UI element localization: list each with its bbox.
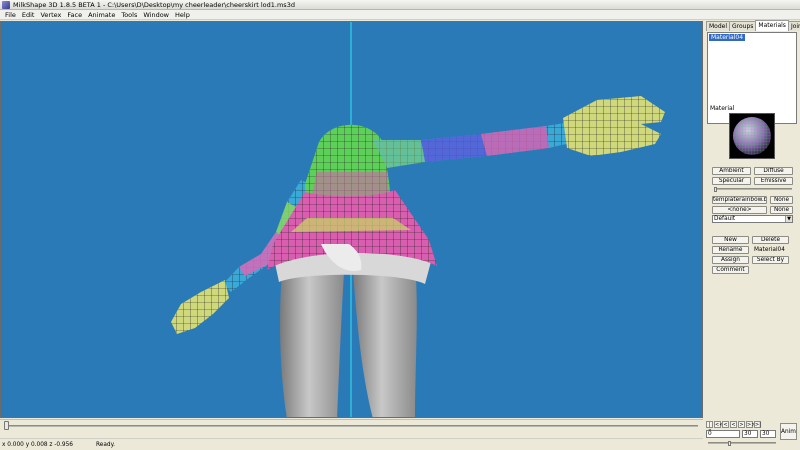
material-list-item[interactable]: Material04 [709,34,746,41]
frame-slider[interactable] [708,441,776,446]
alpha-map-none-button[interactable]: None [770,206,793,214]
delete-material-button[interactable]: Delete [752,236,789,244]
title-bar: MilkShape 3D 1.8.5 BETA 1 - C:\Users\D\D… [0,0,800,10]
status-message: Ready. [96,441,116,448]
material-preview [729,113,775,159]
timeline-slider-thumb[interactable] [4,421,9,430]
rename-material-button[interactable]: Rename [712,246,749,254]
panel-tabs: Model Groups Materials Joints [704,20,800,31]
select-by-material-button[interactable]: Select By [752,256,789,264]
fast-forward-icon[interactable]: >> [746,421,755,428]
side-panel: Model Groups Materials Joints Material04… [704,20,800,418]
cursor-coordinates: x 0.000 y 0.008 z -0.956 [2,441,73,448]
menu-vertex[interactable]: Vertex [37,11,64,19]
status-bar: x 0.000 y 0.008 z -0.956 Ready. [0,438,703,450]
menu-file[interactable]: File [2,11,19,19]
last-frame-icon[interactable]: >| [754,421,761,428]
menu-window[interactable]: Window [140,11,172,19]
new-material-button[interactable]: New [712,236,749,244]
left-leg [280,260,344,417]
app-icon [2,0,10,9]
current-frame-field[interactable]: 0 [706,430,740,438]
prev-frame-icon[interactable]: < [722,421,729,428]
chevron-down-icon[interactable]: ▼ [785,216,792,222]
anim-toggle-button[interactable]: Anim [780,423,797,440]
rewind-icon[interactable]: << [714,421,723,428]
menu-bar: File Edit Vertex Face Animate Tools Wind… [0,10,800,20]
menu-edit[interactable]: Edit [19,11,38,19]
start-frame-field[interactable]: 30 [742,430,758,438]
comment-button[interactable]: Comment [712,266,749,274]
3d-viewport[interactable] [0,21,703,418]
alpha-map-button[interactable]: <none> [712,206,767,214]
assign-material-button[interactable]: Assign [712,256,749,264]
first-frame-icon[interactable]: |< [706,421,713,434]
menu-animate[interactable]: Animate [85,11,118,19]
menu-tools[interactable]: Tools [118,11,140,19]
ambient-button[interactable]: Ambient [712,167,751,175]
frame-slider-thumb[interactable] [728,441,731,446]
animation-timeline[interactable] [0,419,703,430]
model-render [171,22,665,417]
mode-select[interactable]: Default ▼ [712,215,793,223]
play-icon[interactable]: > [738,421,745,428]
shininess-slider-thumb[interactable] [714,187,717,192]
texture-button[interactable]: templaterainbow.bmp [712,196,767,204]
tab-model[interactable]: Model [706,21,731,31]
shininess-slider[interactable] [714,187,792,192]
texture-none-button[interactable]: None [770,196,793,204]
end-frame-field[interactable]: 30 [760,430,776,438]
menu-help[interactable]: Help [172,11,193,19]
right-leg [353,262,417,417]
emissive-button[interactable]: Emissive [754,177,793,185]
mode-select-value: Default [714,216,736,222]
tab-joints[interactable]: Joints [787,21,800,31]
material-label: Material [710,105,735,112]
menu-face[interactable]: Face [64,11,85,19]
window-title: MilkShape 3D 1.8.5 BETA 1 - C:\Users\D\D… [13,0,295,9]
step-back-icon[interactable]: < [730,421,737,428]
material-sphere-icon [733,117,771,155]
tab-materials[interactable]: Materials [755,20,789,31]
specular-button[interactable]: Specular [712,177,751,185]
diffuse-button[interactable]: Diffuse [754,167,793,175]
timeline-track[interactable] [8,425,698,427]
tab-groups[interactable]: Groups [729,21,757,31]
material-name-value: Material04 [754,247,785,253]
